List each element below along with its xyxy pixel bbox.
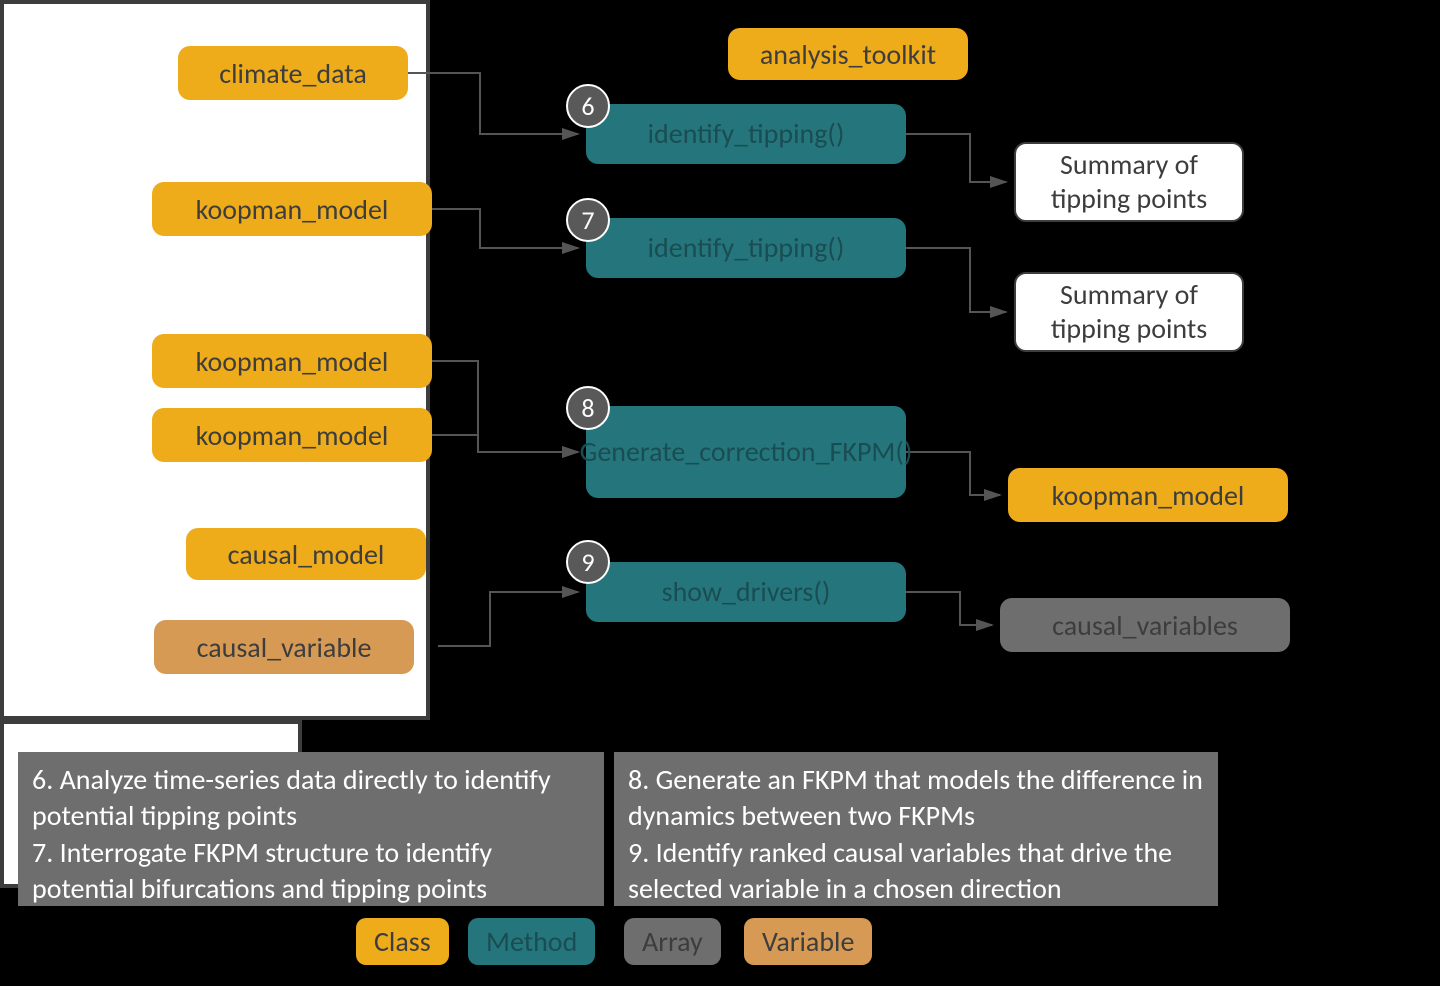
method-identify-tipping-6: identify_tipping() <box>586 104 906 164</box>
badge-9: 9 <box>566 540 610 584</box>
legend-method: Method <box>468 918 595 965</box>
badge-7: 7 <box>566 198 610 242</box>
output-summary-7: Summary of tipping points <box>1014 272 1244 352</box>
causal-variable-label: causal_variable <box>154 620 414 674</box>
input-koopman-model-8b: koopman_model <box>152 408 432 462</box>
legend-array: Array <box>624 918 721 965</box>
input-koopman-model-7: koopman_model <box>152 182 432 236</box>
method-generate-correction: Generate_correction_FKPM() <box>586 406 906 498</box>
output-koopman-model: koopman_model <box>1008 468 1288 522</box>
analysis-toolkit-label: analysis_toolkit <box>728 28 968 80</box>
causal-model-label: causal_model <box>186 528 426 580</box>
legend-class: Class <box>356 918 449 965</box>
badge-6: 6 <box>566 84 610 128</box>
description-right: 8. Generate an FKPM that models the diff… <box>614 752 1218 906</box>
description-left: 6. Analyze time-series data directly to … <box>18 752 604 906</box>
badge-8: 8 <box>566 386 610 430</box>
output-summary-6: Summary of tipping points <box>1014 142 1244 222</box>
input-climate-data: climate_data <box>178 46 408 100</box>
legend-variable: Variable <box>744 918 872 965</box>
method-show-drivers: show_drivers() <box>586 562 906 622</box>
input-koopman-model-8a: koopman_model <box>152 334 432 388</box>
method-identify-tipping-7: identify_tipping() <box>586 218 906 278</box>
output-causal-variables: causal_variables <box>1000 598 1290 652</box>
